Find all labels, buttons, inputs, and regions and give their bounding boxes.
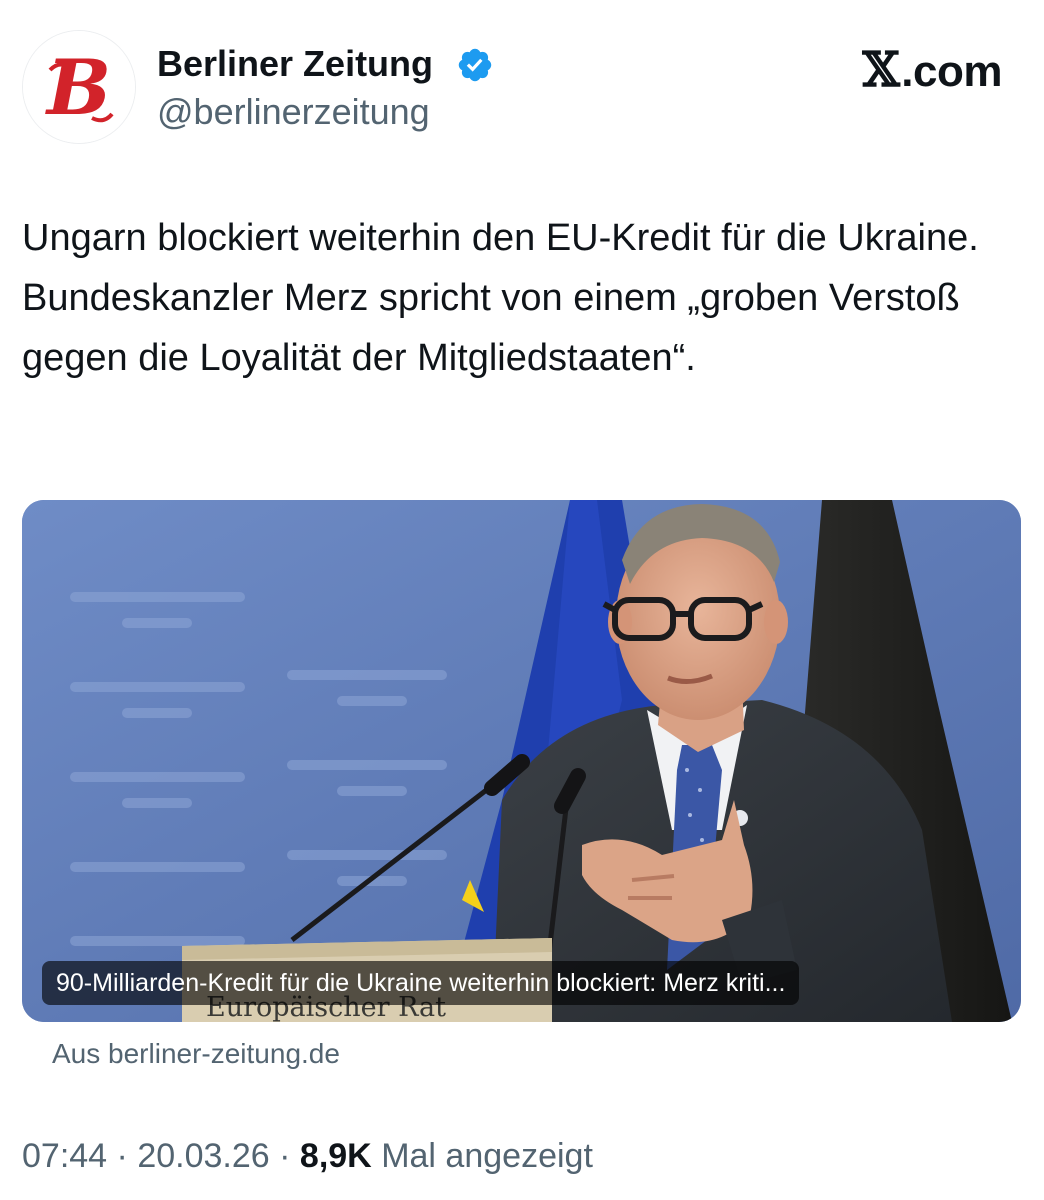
- tweet-date[interactable]: 20.03.26: [137, 1137, 269, 1175]
- tweet-text: Ungarn blockiert weiterhin den EU-Kredit…: [22, 217, 979, 379]
- berliner-zeitung-logo-icon: B: [23, 31, 135, 143]
- author-handle[interactable]: @berlinerzeitung: [157, 90, 430, 134]
- card-title[interactable]: 90-Milliarden-Kredit für die Ukraine wei…: [42, 961, 800, 1005]
- tweet-meta: 07:44 · 20.03.26 · 8,9K Mal angezeigt: [22, 1134, 593, 1178]
- link-card[interactable]: Europäischer Rat 90-Milliarden-Kredit fü…: [22, 500, 1021, 1022]
- x-com-brand: 𝕏.com: [862, 42, 1003, 98]
- views-label: Mal angezeigt: [381, 1137, 593, 1175]
- meta-separator: ·: [116, 1137, 128, 1175]
- card-source-link[interactable]: Aus berliner-zeitung.de: [52, 1034, 340, 1074]
- brand-label: .com: [901, 47, 1002, 96]
- verified-badge-icon: [458, 48, 492, 82]
- tweet-time[interactable]: 07:44: [22, 1137, 107, 1175]
- author-name[interactable]: Berliner Zeitung: [157, 42, 433, 86]
- article-photo: Europäischer Rat: [22, 500, 1021, 1022]
- meta-separator: ·: [279, 1137, 291, 1175]
- views-count[interactable]: 8,9K: [300, 1137, 372, 1175]
- author-avatar[interactable]: B: [22, 30, 136, 144]
- x-logo-icon: 𝕏: [862, 42, 900, 98]
